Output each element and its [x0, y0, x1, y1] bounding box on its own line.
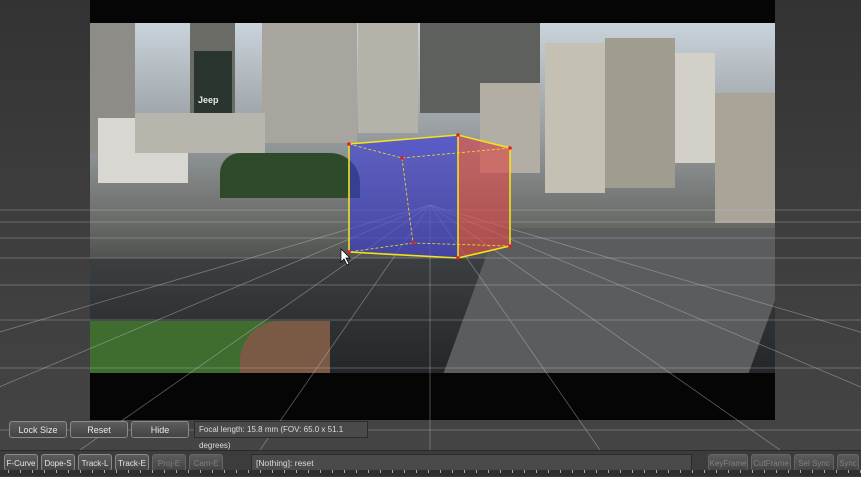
ruler-tick: [332, 470, 333, 473]
ruler-tick: [848, 470, 849, 473]
ruler-tick: [224, 470, 225, 473]
proj-e-button[interactable]: Proj-E: [152, 454, 186, 471]
ruler-tick: [356, 470, 357, 473]
focal-length-status: Focal length: 15.8 mm (FOV: 65.0 x 51.1 …: [194, 421, 368, 450]
cube-side-face: [458, 135, 510, 258]
ruler-tick: [164, 470, 165, 473]
lock-size-button[interactable]: Lock Size: [9, 421, 67, 438]
timeline-ruler[interactable]: [0, 470, 861, 476]
ruler-tick: [692, 470, 693, 473]
ruler-tick: [512, 470, 513, 473]
ruler-tick: [452, 470, 453, 473]
ruler-tick: [800, 470, 801, 473]
ruler-tick: [560, 470, 561, 473]
ruler-tick: [740, 470, 741, 473]
ruler-tick: [320, 470, 321, 473]
ruler-tick: [200, 470, 201, 473]
ruler-tick: [416, 470, 417, 473]
ruler-tick: [524, 470, 525, 473]
ruler-tick: [152, 470, 153, 473]
ruler-tick: [644, 470, 645, 473]
ruler-tick: [428, 470, 429, 473]
ruler-tick: [812, 470, 813, 473]
cutframe-button[interactable]: CutFrame: [751, 454, 791, 471]
ruler-tick: [8, 470, 9, 473]
ruler-tick: [536, 470, 537, 473]
sync-button[interactable]: Sync: [837, 454, 859, 471]
ruler-tick: [716, 470, 717, 473]
proxy-cube[interactable]: [347, 133, 512, 260]
ruler-tick: [80, 470, 81, 473]
keyframe-button[interactable]: KeyFrame: [708, 454, 748, 471]
ruler-tick: [548, 470, 549, 473]
ruler-tick: [308, 470, 309, 473]
ruler-tick: [488, 470, 489, 473]
ruler-tick: [656, 470, 657, 473]
ruler-tick: [596, 470, 597, 473]
ruler-tick: [272, 470, 273, 473]
ruler-tick: [20, 470, 21, 473]
ruler-tick: [56, 470, 57, 473]
3d-viewport[interactable]: Jeep Lock Size Reset Hide Focal length: …: [0, 0, 861, 450]
track-e-button[interactable]: Track-E: [115, 454, 149, 471]
ruler-tick: [620, 470, 621, 473]
ruler-tick: [32, 470, 33, 473]
ruler-tick: [212, 470, 213, 473]
ruler-tick: [68, 470, 69, 473]
ground-grid: [0, 133, 861, 450]
ruler-tick: [824, 470, 825, 473]
ruler-tick: [380, 470, 381, 473]
cube-front-face: [349, 135, 458, 258]
ruler-tick: [92, 470, 93, 473]
ruler-tick: [464, 470, 465, 473]
ruler-tick: [344, 470, 345, 473]
ruler-tick: [176, 470, 177, 473]
cam-e-button[interactable]: Cam-E: [189, 454, 223, 471]
ruler-tick: [296, 470, 297, 473]
ruler-tick: [236, 470, 237, 473]
hide-button[interactable]: Hide: [131, 421, 189, 438]
ruler-tick: [788, 470, 789, 473]
ruler-tick: [752, 470, 753, 473]
sel-sync-button[interactable]: Sel Sync: [794, 454, 834, 471]
ruler-tick: [608, 470, 609, 473]
ruler-tick: [680, 470, 681, 473]
status-line: [Nothing]: reset: [251, 454, 692, 471]
ruler-tick: [116, 470, 117, 473]
track-l-button[interactable]: Track-L: [78, 454, 112, 471]
ruler-tick: [584, 470, 585, 473]
ruler-tick: [776, 470, 777, 473]
ruler-tick: [632, 470, 633, 473]
ruler-tick: [284, 470, 285, 473]
dope-sheet-button[interactable]: Dope-S: [41, 454, 75, 471]
reset-button[interactable]: Reset: [70, 421, 128, 438]
ruler-tick: [128, 470, 129, 473]
ruler-tick: [572, 470, 573, 473]
ruler-tick: [404, 470, 405, 473]
ruler-tick: [668, 470, 669, 473]
f-curve-button[interactable]: F-Curve: [4, 454, 38, 471]
ruler-tick: [728, 470, 729, 473]
ruler-tick: [104, 470, 105, 473]
ruler-tick: [260, 470, 261, 473]
ruler-tick: [476, 470, 477, 473]
ruler-tick: [500, 470, 501, 473]
ruler-tick: [836, 470, 837, 473]
ruler-tick: [44, 470, 45, 473]
ruler-tick: [140, 470, 141, 473]
ruler-tick: [704, 470, 705, 473]
ruler-tick: [440, 470, 441, 473]
ruler-tick: [764, 470, 765, 473]
ruler-tick: [248, 470, 249, 473]
ruler-tick: [392, 470, 393, 473]
ruler-tick: [188, 470, 189, 473]
ruler-tick: [368, 470, 369, 473]
